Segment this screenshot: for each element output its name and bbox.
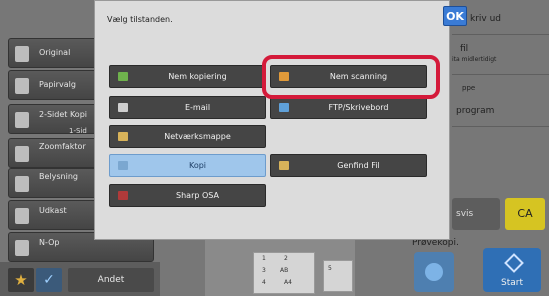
option-label: Netværksmappe: [164, 132, 231, 141]
original-label: Original: [39, 48, 71, 57]
divider: [452, 74, 549, 75]
option-label: E-mail: [184, 103, 211, 112]
print-label: kriv ud: [470, 14, 502, 24]
preview-page-label: 5: [328, 265, 332, 272]
option-label: Sharp OSA: [176, 191, 219, 200]
duplex-copy-label: 2-Sidet Kopi: [39, 110, 87, 119]
divider: [452, 126, 549, 127]
option-nem-kopiering[interactable]: Nem kopiering: [109, 65, 266, 88]
duplex-copy-sub: 1-Sid: [69, 127, 87, 135]
zoom-icon: [15, 146, 29, 162]
exposure-label: Belysning: [39, 172, 78, 181]
sharp-osa-icon: [118, 191, 128, 200]
duplex-icon: [15, 112, 29, 128]
n-up-label: N-Op: [39, 238, 60, 247]
start-button[interactable]: Start: [483, 248, 541, 292]
zoom-label: Zoomfaktor: [39, 142, 86, 151]
option-label: Nem kopiering: [168, 72, 227, 81]
exposure-icon: [15, 176, 29, 192]
preview-page-label: 4: [262, 279, 266, 286]
preview-area: 1 2 3 AB 4 A4 5: [205, 240, 355, 296]
divider: [452, 34, 549, 35]
ok-button[interactable]: OK: [443, 6, 467, 26]
other-button[interactable]: Andet: [68, 268, 154, 292]
program-label[interactable]: program: [456, 106, 494, 116]
copy-icon: [118, 161, 128, 170]
file-label: fil: [460, 44, 469, 54]
preview-display-button[interactable]: svis: [452, 198, 500, 230]
preview-page-label: 3: [262, 267, 266, 274]
copier-screen: Original Papirvalg 2-Sidet Kopi 1-Sid Zo…: [0, 0, 549, 296]
papirvalg-label: Papirvalg: [39, 80, 76, 89]
option-sharp-osa[interactable]: Sharp OSA: [109, 184, 266, 207]
copy-easy-icon: [118, 72, 128, 81]
paper-select-icon: [15, 78, 29, 94]
option-label: FTP/Skrivebord: [328, 103, 389, 112]
dialog-title: Vælg tilstanden.: [107, 15, 173, 24]
preview-page: 1 2 3 AB 4 A4: [253, 252, 315, 294]
group-label: ppe: [462, 84, 476, 92]
option-email[interactable]: E-mail: [109, 96, 266, 119]
draft-icon: [15, 208, 29, 224]
option-label: Genfind Fil: [337, 161, 380, 170]
ftp-desktop-icon: [279, 103, 289, 112]
preview-icon: [425, 263, 443, 281]
preview-page: 5: [323, 260, 353, 292]
start-label: Start: [501, 278, 523, 288]
network-folder-icon: [118, 132, 128, 141]
highlight-frame: [262, 55, 440, 99]
option-label: Kopi: [188, 161, 207, 170]
option-genfind-fil[interactable]: Genfind Fil: [270, 154, 427, 177]
start-icon: [504, 253, 524, 273]
option-ftp-skrivebord[interactable]: FTP/Skrivebord: [270, 96, 427, 119]
email-icon: [118, 103, 128, 112]
clear-all-button[interactable]: CA: [505, 198, 545, 230]
preview-page-label: 2: [284, 255, 288, 262]
preview-page-label: AB: [280, 267, 289, 274]
preview-copy-button[interactable]: [414, 252, 454, 292]
checkmark-icon[interactable]: ✓: [36, 268, 62, 292]
option-netvaerksmappe[interactable]: Netværksmappe: [109, 125, 266, 148]
option-kopi[interactable]: Kopi: [109, 154, 266, 177]
original-icon: [15, 46, 29, 62]
draft-label: Udkast: [39, 206, 67, 215]
favorite-star-icon[interactable]: ★: [8, 268, 34, 292]
preview-page-label: 1: [262, 255, 266, 262]
file-retrieve-icon: [279, 161, 289, 170]
n-up-icon: [15, 240, 29, 256]
preview-page-label: A4: [284, 279, 292, 286]
file-sub-label: ita midlertidigt: [452, 56, 497, 63]
